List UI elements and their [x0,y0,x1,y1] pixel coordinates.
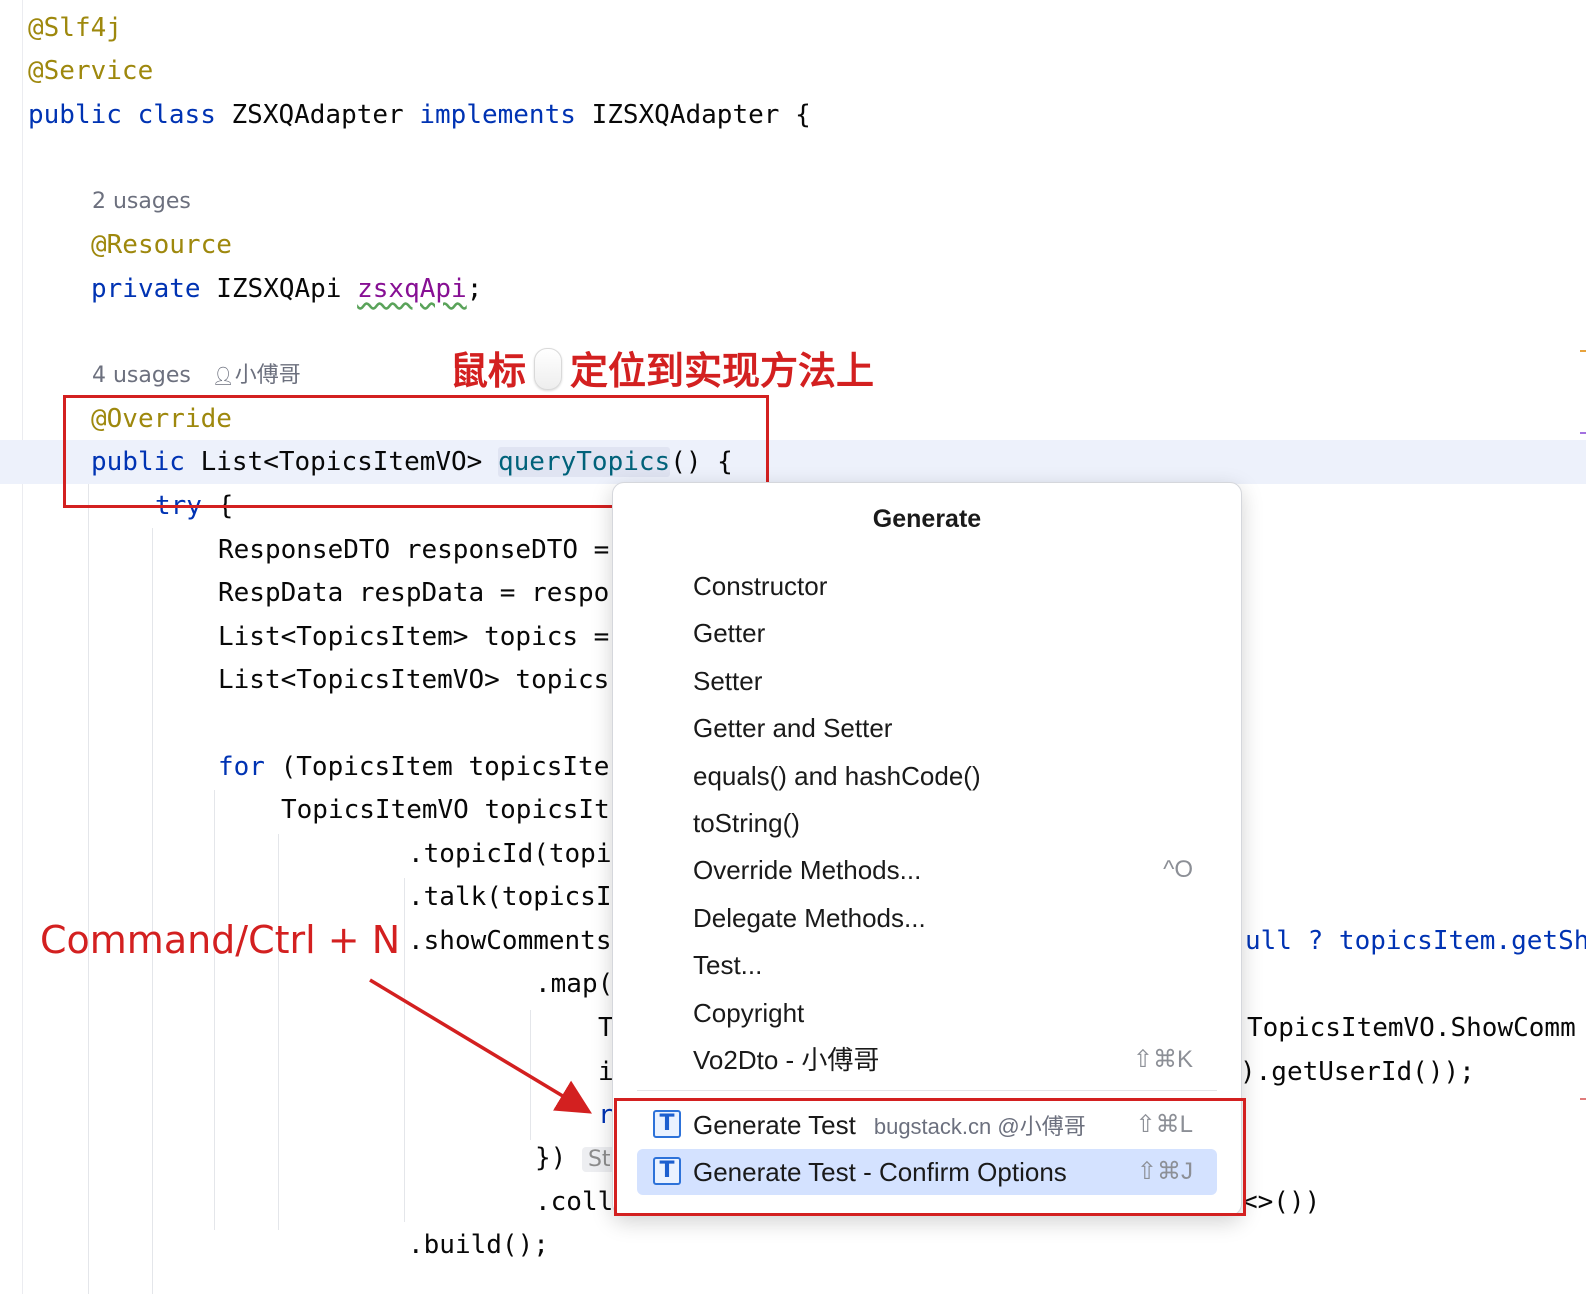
arrow-line [369,978,592,1114]
arrow-annotation [369,978,592,1114]
